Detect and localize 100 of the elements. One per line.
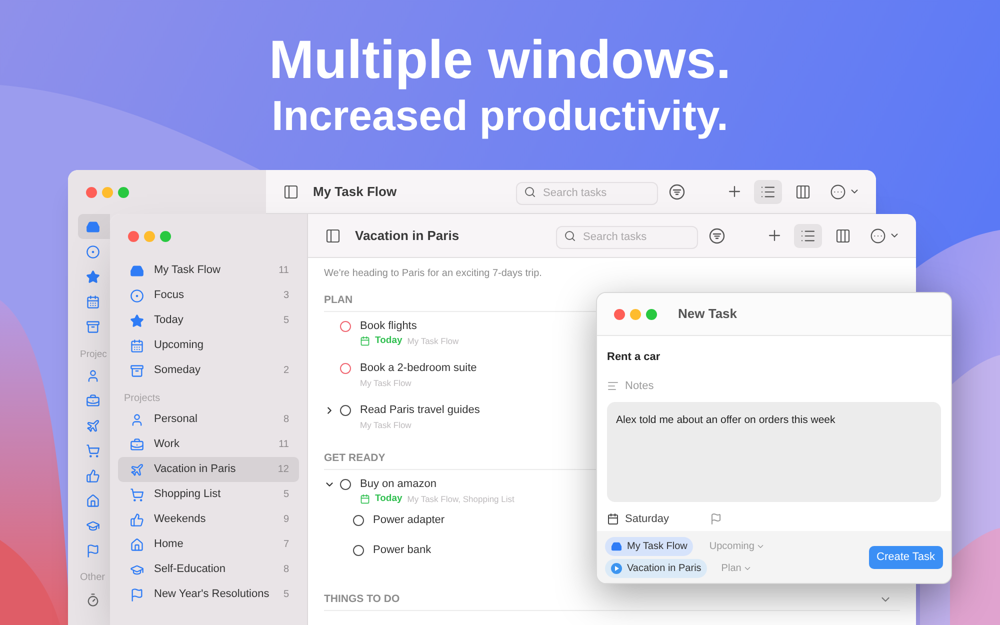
task-lists: My Task Flow [360,376,412,390]
cart-icon [86,444,100,458]
zoom-button[interactable] [646,308,657,320]
close-button[interactable] [86,186,97,198]
list-view-button[interactable] [794,224,822,248]
more-icon[interactable] [830,184,846,200]
sidebar-item[interactable]: Someday 2 [118,358,299,383]
item-count: 5 [283,488,289,502]
window-title: My Task Flow [313,182,397,201]
task-checkbox[interactable] [353,544,364,556]
filter-icon[interactable] [669,184,685,200]
task-checkbox[interactable] [340,362,351,374]
flag-icon [86,544,100,558]
sidebar-item[interactable]: New Year's Resolutions 5 [118,582,299,607]
calendar-icon [86,294,100,308]
person-icon [86,368,100,382]
section-header: PLAN [324,292,354,308]
house-icon [86,494,100,508]
task-title: Book a 2-bedroom suite [360,361,477,376]
task-title: Power adapter [373,513,445,528]
filter-icon[interactable] [709,228,725,244]
section-header: THINGS TO DO [324,592,401,607]
task-title: Book flights [360,319,418,334]
person-icon [130,412,144,426]
tray-icon [86,220,100,234]
airplane-icon [86,418,100,432]
headline: Multiple windows. [269,29,731,92]
task-checkbox[interactable] [340,478,351,490]
task-lists: My Task Flow [407,334,459,348]
star-icon [86,270,100,284]
flag-icon[interactable] [710,513,722,526]
cart-icon [130,488,144,502]
briefcase-icon [130,438,144,452]
search-icon [564,230,576,242]
sidebar-item[interactable]: Self-Education 8 [118,557,299,582]
archive-box-icon [86,320,100,334]
task-title: Buy on amazon [360,477,438,492]
add-icon[interactable] [726,183,743,200]
task-checkbox[interactable] [353,514,364,526]
search-field[interactable]: Search tasks [556,226,698,248]
calendar-icon[interactable] [607,513,619,526]
sidebar-item[interactable]: Home 7 [118,532,299,557]
sidebar-item[interactable] [78,214,110,239]
sidebar-item[interactable]: Shopping List 5 [118,482,299,507]
close-button[interactable] [128,230,139,242]
task-checkbox[interactable] [340,320,351,332]
sidebar-item[interactable]: Work 11 [118,432,299,457]
item-count: 5 [283,588,289,602]
columns-icon [795,184,811,200]
task-checkbox[interactable] [340,404,351,416]
thumbs-up-icon [86,468,100,482]
section-label: Projec [80,350,107,359]
graduation-cap-icon [130,562,144,576]
project-description: We're heading to Paris for an exciting 7-days trip. [324,267,543,281]
sidebar-item[interactable]: Focus 3 [118,283,299,308]
notes-label: Notes [625,378,654,394]
date-label[interactable]: Saturday [625,511,670,528]
star-icon [130,314,144,328]
calendar-icon [360,336,370,346]
sidebar-item[interactable]: Vacation in Paris 12 [118,457,299,482]
sidebar-toggle-icon[interactable] [325,228,341,244]
project-chip[interactable]: Vacation in Paris [605,558,708,578]
window-title: New Task [678,305,738,324]
zoom-button[interactable] [118,186,129,198]
calendar-icon [360,494,370,504]
sidebar-item[interactable]: Weekends 9 [118,507,299,532]
item-count: 8 [283,563,289,577]
more-icon[interactable] [870,228,886,244]
sidebar-item[interactable]: Personal 8 [118,407,299,432]
list-view-button[interactable] [754,180,782,204]
section-label: Projects [124,394,160,404]
play-circle-icon [611,562,622,574]
airplane-icon [130,462,144,476]
notes-field[interactable]: Alex told me about an offer on orders this week [607,402,941,502]
task-lists: My Task Flow [360,418,412,432]
task-title: Power bank [373,543,432,558]
item-count: 8 [283,413,289,427]
sidebar-item[interactable]: My Task Flow 11 [118,258,299,283]
due-date: Today [375,492,402,506]
sidebar-item[interactable]: Today 5 [118,308,299,333]
task-name-field[interactable]: Rent a car [607,349,941,366]
zoom-button[interactable] [160,230,171,242]
project-chip[interactable]: My Task Flow [605,536,694,556]
sidebar-item[interactable]: Upcoming [118,333,299,358]
item-count: 11 [278,438,289,452]
section-header: GET READY [324,450,386,466]
sidebar-toggle-icon[interactable] [283,184,299,200]
section-label: Other [80,573,106,583]
search-field[interactable]: Search tasks [516,182,658,204]
task-title: Read Paris travel guides [360,403,480,418]
archive-box-icon [130,364,144,378]
subheadline: Increased productivity. [272,91,728,141]
add-icon[interactable] [766,227,783,244]
close-button[interactable] [614,308,625,320]
thumbs-up-icon [130,512,144,526]
item-count: 7 [283,538,289,552]
search-icon [524,186,536,198]
graduation-cap-icon [86,518,100,532]
calendar-icon [130,338,144,352]
item-count: 3 [283,289,289,303]
